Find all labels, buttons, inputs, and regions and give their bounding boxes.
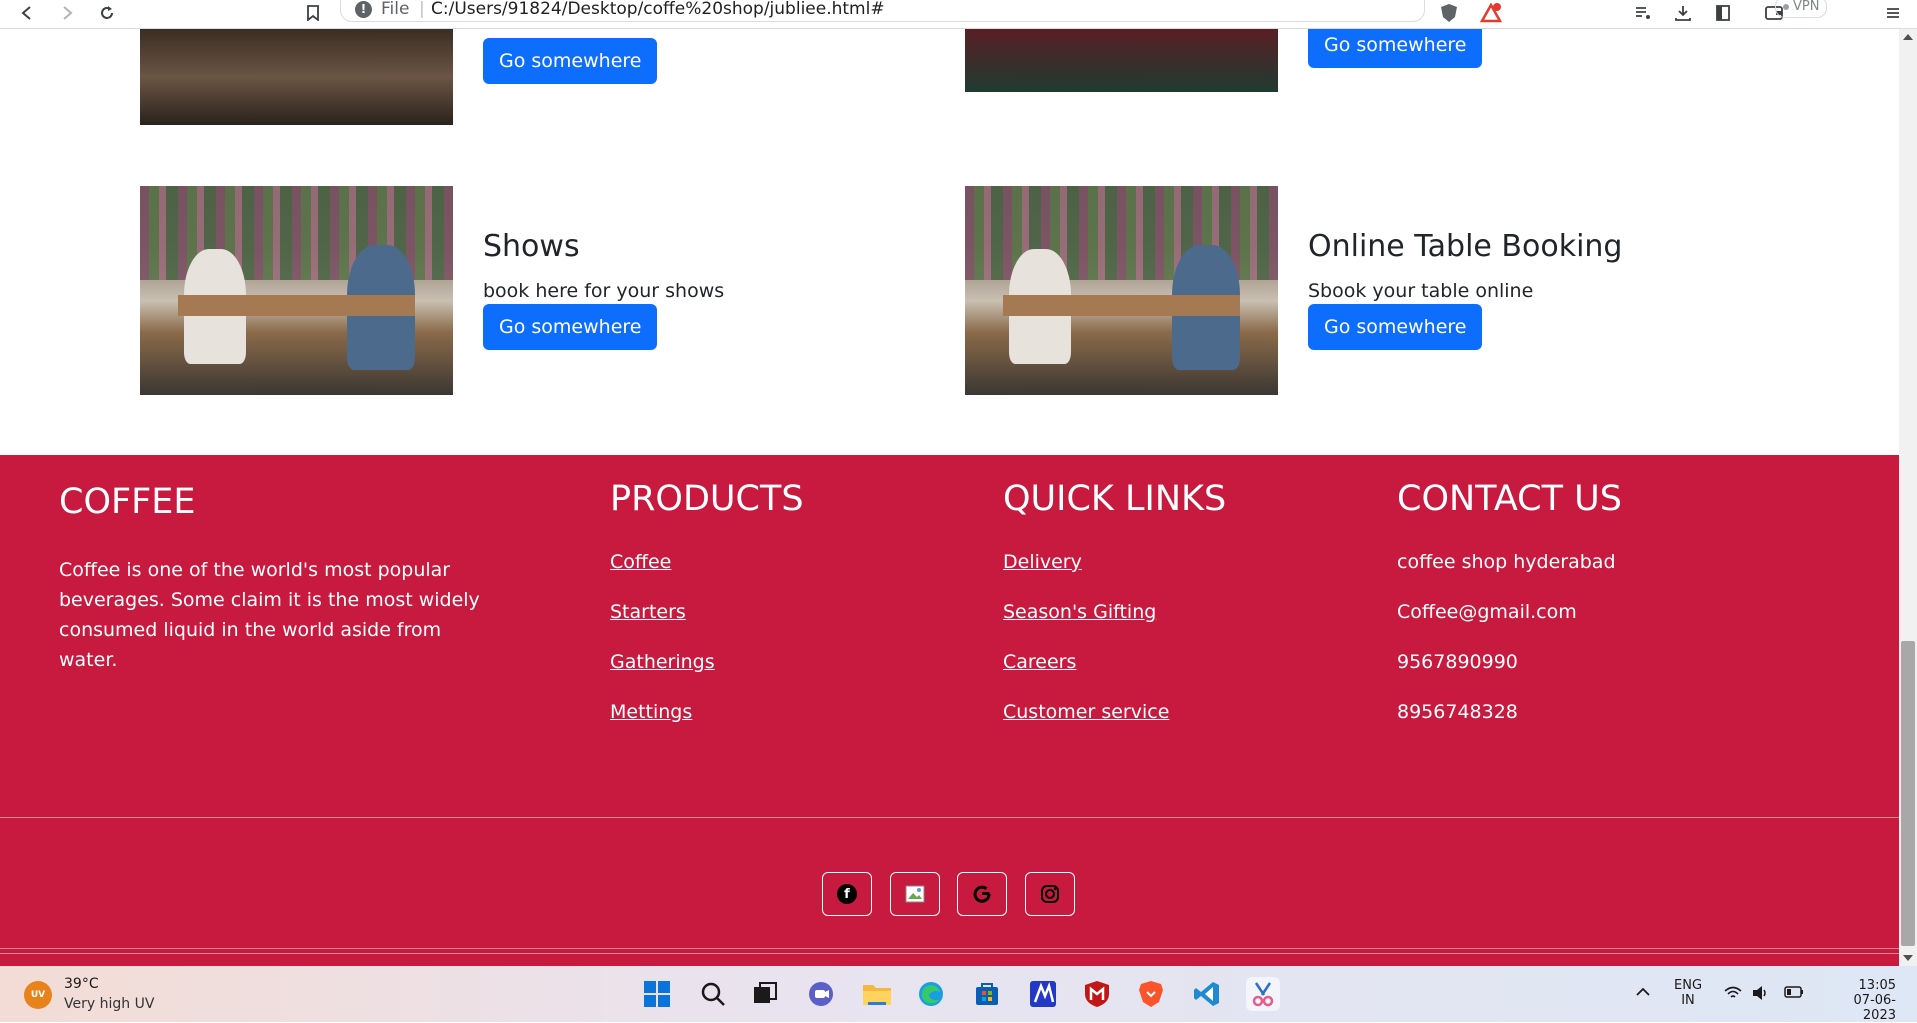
quick-link-delivery[interactable]: Delivery bbox=[1003, 551, 1082, 573]
weather-description[interactable]: Very high UV bbox=[64, 996, 154, 1012]
quick-links-heading: QUICK LINKS bbox=[1003, 479, 1227, 519]
quick-link-customer-service[interactable]: Customer service bbox=[1003, 701, 1169, 723]
microsoft-store-icon[interactable] bbox=[970, 977, 1004, 1011]
sidebar-icon[interactable] bbox=[1712, 2, 1734, 24]
region-code: IN bbox=[1681, 993, 1695, 1008]
contact-phone-1: 9567890990 bbox=[1397, 651, 1518, 673]
reading-list-icon[interactable] bbox=[1632, 2, 1654, 24]
google-icon bbox=[973, 885, 991, 903]
battery-icon[interactable] bbox=[1784, 986, 1804, 1002]
go-somewhere-button[interactable]: Go somewhere bbox=[1308, 304, 1483, 350]
footer-bottom-divider bbox=[0, 953, 1899, 954]
clock[interactable]: 13:05 07-06-2023 bbox=[1822, 978, 1896, 1023]
product-link-mettings[interactable]: Mettings bbox=[610, 701, 692, 723]
weather-temperature[interactable]: 39°C bbox=[64, 976, 99, 992]
movavi-icon[interactable] bbox=[1026, 977, 1060, 1011]
url-separator: | bbox=[419, 0, 425, 19]
product-link-coffee[interactable]: Coffee bbox=[610, 551, 671, 573]
wifi-icon[interactable] bbox=[1724, 986, 1742, 1004]
vpn-dot bbox=[1783, 3, 1789, 10]
card-image bbox=[965, 29, 1278, 92]
facebook-icon: f bbox=[837, 884, 857, 904]
scroll-up-icon[interactable] bbox=[1903, 34, 1913, 40]
footer-divider bbox=[0, 817, 1899, 818]
google-button[interactable] bbox=[957, 872, 1007, 916]
bookmark-icon[interactable] bbox=[302, 2, 324, 24]
browser-toolbar: ! File | C:/Users/91824/Desktop/coffe%20… bbox=[0, 0, 1917, 29]
address-bar[interactable]: ! File | C:/Users/91824/Desktop/coffe%20… bbox=[340, 0, 1425, 22]
url-scheme-label: File bbox=[381, 0, 410, 19]
facebook-button[interactable]: f bbox=[822, 872, 872, 916]
instagram-icon bbox=[1041, 885, 1059, 903]
footer: COFFEE Coffee is one of the world's most… bbox=[0, 455, 1899, 966]
site-info-icon[interactable]: ! bbox=[355, 1, 372, 18]
image-table bbox=[1002, 294, 1241, 316]
scroll-thumb[interactable] bbox=[1901, 641, 1915, 946]
card-text: book here for your shows bbox=[483, 280, 725, 302]
edge-icon[interactable] bbox=[914, 977, 948, 1011]
contact-phone-2: 8956748328 bbox=[1397, 701, 1518, 723]
back-icon[interactable] bbox=[16, 2, 38, 24]
language-code: ENG bbox=[1674, 978, 1703, 993]
brave-rewards-icon[interactable] bbox=[1480, 2, 1502, 24]
vpn-button[interactable]: VPN bbox=[1775, 0, 1828, 18]
windows-taskbar: UV 39°C Very high UV ENG IN 13:05 07-06-… bbox=[0, 966, 1917, 1023]
show-hidden-icons-icon[interactable] bbox=[1636, 986, 1650, 1001]
mcafee-icon[interactable] bbox=[1080, 977, 1114, 1011]
products-heading: PRODUCTS bbox=[610, 479, 804, 519]
file-explorer-icon[interactable] bbox=[860, 977, 894, 1011]
card-title: Online Table Booking bbox=[1308, 229, 1623, 264]
card-title: Shows bbox=[483, 229, 580, 264]
footer-brand: COFFEE bbox=[59, 482, 196, 522]
brave-browser-icon[interactable] bbox=[1134, 977, 1168, 1011]
footer-bottom-line bbox=[0, 948, 1899, 949]
vertical-scrollbar[interactable] bbox=[1899, 29, 1917, 966]
page-content: Go somewhere Go somewhere Shows book her… bbox=[0, 29, 1899, 966]
broken-image-icon bbox=[905, 885, 925, 903]
card-image bbox=[140, 29, 453, 125]
url-text[interactable]: C:/Users/91824/Desktop/coffe%20shop/jubl… bbox=[431, 0, 885, 19]
volume-icon[interactable] bbox=[1752, 985, 1770, 1005]
footer-description: Coffee is one of the world's most popula… bbox=[59, 559, 480, 671]
reload-icon[interactable] bbox=[96, 2, 118, 24]
language-indicator[interactable]: ENG IN bbox=[1674, 978, 1702, 1008]
quick-link-careers[interactable]: Careers bbox=[1003, 651, 1076, 673]
weather-icon[interactable]: UV bbox=[24, 981, 52, 1009]
card-image bbox=[140, 186, 453, 395]
product-link-gatherings[interactable]: Gatherings bbox=[610, 651, 715, 673]
clock-time: 13:05 bbox=[1858, 978, 1896, 993]
instagram-button[interactable] bbox=[1025, 872, 1075, 916]
clock-date: 07-06-2023 bbox=[1853, 993, 1896, 1023]
image-table bbox=[177, 294, 416, 316]
contact-email: Coffee@gmail.com bbox=[1397, 601, 1577, 623]
brave-shield-icon[interactable] bbox=[1438, 2, 1460, 24]
quick-link-gifting[interactable]: Season's Gifting bbox=[1003, 601, 1156, 623]
go-somewhere-button[interactable]: Go somewhere bbox=[1308, 29, 1483, 68]
vscode-icon[interactable] bbox=[1190, 977, 1224, 1011]
snipping-tool-icon[interactable] bbox=[1246, 977, 1280, 1011]
task-view-icon[interactable] bbox=[748, 977, 782, 1011]
scroll-down-icon[interactable] bbox=[1903, 955, 1913, 961]
menu-icon[interactable] bbox=[1882, 2, 1904, 24]
forward-icon[interactable] bbox=[56, 2, 78, 24]
go-somewhere-button[interactable]: Go somewhere bbox=[483, 38, 658, 84]
card-text: Sbook your table online bbox=[1308, 280, 1534, 302]
broken-image-button[interactable] bbox=[890, 872, 940, 916]
search-icon[interactable] bbox=[696, 977, 730, 1011]
go-somewhere-button[interactable]: Go somewhere bbox=[483, 304, 658, 350]
contact-heading: CONTACT US bbox=[1397, 479, 1622, 519]
product-link-starters[interactable]: Starters bbox=[610, 601, 686, 623]
card-image bbox=[965, 186, 1278, 395]
download-icon[interactable] bbox=[1672, 2, 1694, 24]
teams-chat-icon[interactable] bbox=[804, 977, 838, 1011]
contact-address: coffee shop hyderabad bbox=[1397, 551, 1616, 573]
start-icon[interactable] bbox=[640, 977, 674, 1011]
vpn-label: VPN bbox=[1793, 0, 1820, 14]
